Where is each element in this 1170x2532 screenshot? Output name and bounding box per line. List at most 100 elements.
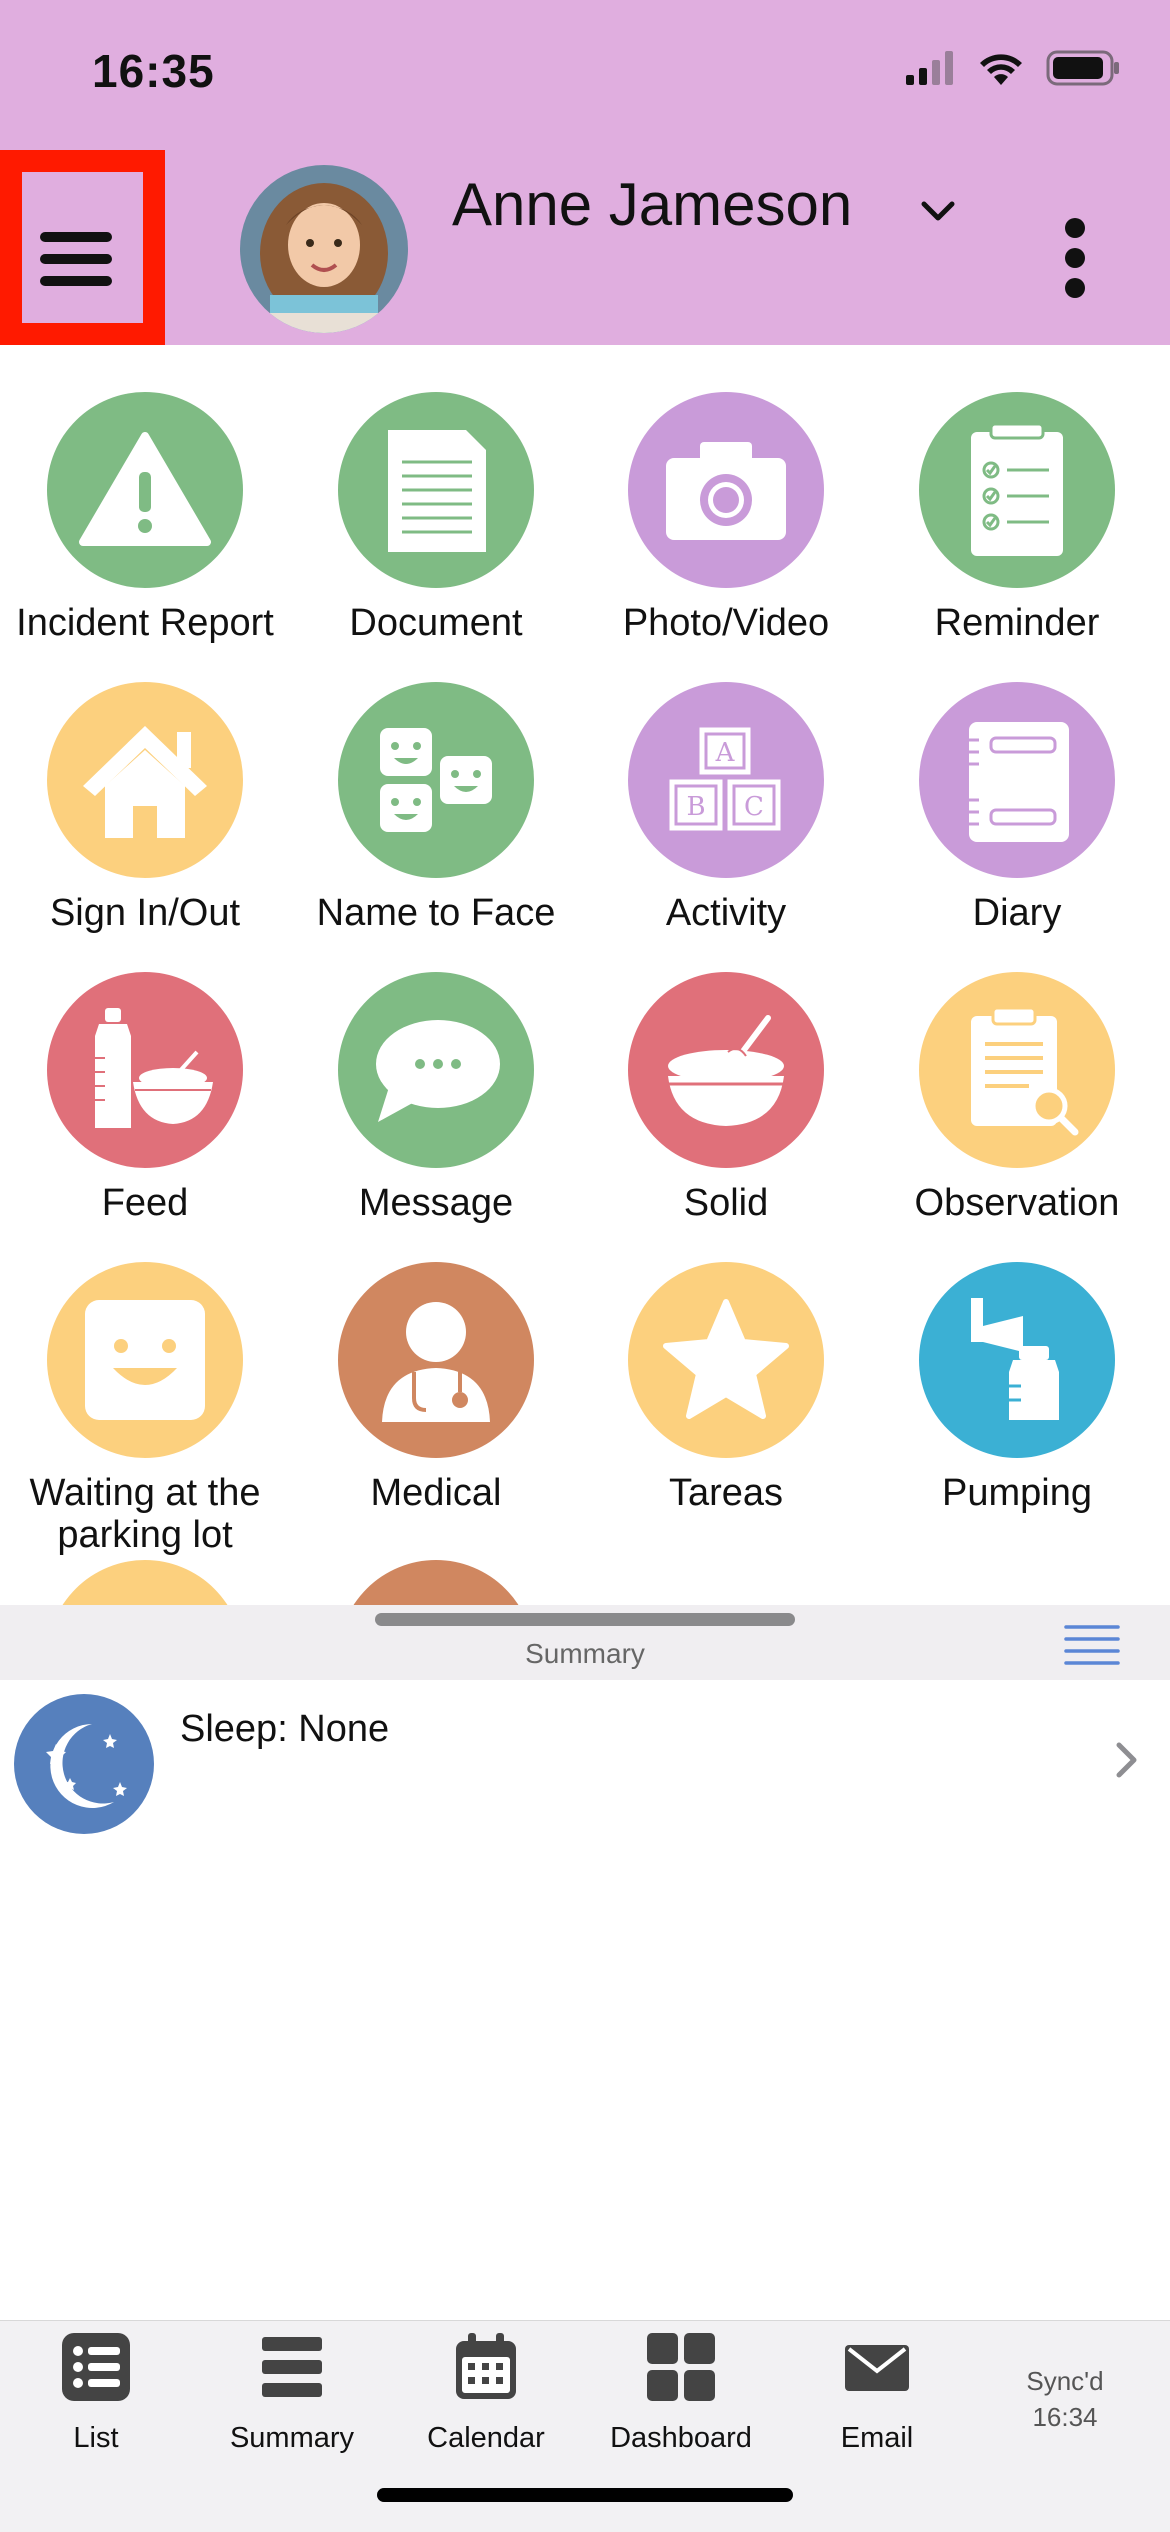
abc-blocks-icon: AB C xyxy=(628,682,824,878)
tile-incident-report[interactable]: Incident Report xyxy=(0,392,290,644)
sync-status: Sync'd 16:34 xyxy=(985,2363,1145,2435)
hamburger-bar xyxy=(40,254,112,264)
kebab-menu-icon[interactable] xyxy=(1060,218,1090,298)
tile-label: Pumping xyxy=(942,1472,1092,1514)
smiley-icon xyxy=(47,1262,243,1458)
sheet-grabber-handle[interactable] xyxy=(375,1613,795,1626)
summary-icon xyxy=(262,2337,322,2397)
tile-label: Name to Face xyxy=(316,892,556,934)
faces-icon xyxy=(338,682,534,878)
tab-label: Summary xyxy=(229,2422,355,2454)
tile-message[interactable]: Message xyxy=(291,972,581,1224)
chevron-down-icon[interactable] xyxy=(918,192,958,232)
tab-summary[interactable]: Summary xyxy=(202,2331,382,2455)
list-icon xyxy=(62,2333,130,2401)
tab-dashboard[interactable]: Dashboard xyxy=(591,2331,771,2455)
tile-label: Photo/Video xyxy=(622,602,830,644)
partial-tile-icon xyxy=(47,1560,243,1605)
tile-document[interactable]: Document xyxy=(291,392,581,644)
status-icons xyxy=(906,50,1120,86)
bottle-bowl-icon xyxy=(47,972,243,1168)
tile-partial[interactable] xyxy=(0,1560,290,1605)
tile-label: Observation xyxy=(914,1182,1120,1224)
tile-pumping[interactable]: Pumping xyxy=(872,1262,1162,1514)
tab-label: List xyxy=(73,2422,119,2454)
house-icon xyxy=(47,682,243,878)
tile-label: Document xyxy=(349,602,523,644)
partial-tile-icon xyxy=(338,1560,534,1605)
tile-partial[interactable] xyxy=(291,1560,581,1605)
tile-label: Diary xyxy=(972,892,1062,934)
chevron-right-icon xyxy=(1116,1742,1137,1778)
checklist-icon xyxy=(919,392,1115,588)
speech-bubble-icon xyxy=(338,972,534,1168)
diary-icon xyxy=(919,682,1115,878)
tile-label: Sign In/Out xyxy=(49,892,241,934)
tab-list[interactable]: List xyxy=(6,2331,186,2455)
tile-feed[interactable]: Feed xyxy=(0,972,290,1224)
tile-sign-in-out[interactable]: Sign In/Out xyxy=(0,682,290,934)
moon-icon xyxy=(14,1694,154,1834)
kebab-dot xyxy=(1065,278,1085,298)
sync-label: Sync'd xyxy=(1026,2366,1104,2396)
email-icon xyxy=(845,2345,909,2391)
child-name-selector[interactable]: Anne Jameson xyxy=(452,170,852,239)
signal-icon xyxy=(906,51,953,85)
tile-label: Waiting at the parking lot xyxy=(29,1472,261,1556)
hamburger-menu-icon xyxy=(40,232,112,242)
tile-waiting-parking-lot[interactable]: Waiting at the parking lot xyxy=(0,1262,290,1556)
status-time: 16:35 xyxy=(92,45,215,97)
svg-text:B: B xyxy=(686,792,705,822)
summary-row-label: Sleep: None xyxy=(180,1708,390,1750)
tile-tareas[interactable]: Tareas xyxy=(581,1262,871,1514)
tab-email[interactable]: Email xyxy=(787,2331,967,2455)
tab-label: Dashboard xyxy=(610,2422,752,2454)
battery-icon xyxy=(1046,50,1119,86)
tile-label: Reminder xyxy=(934,602,1100,644)
list-view-icon[interactable] xyxy=(1064,1623,1120,1669)
action-grid: Incident Report Document Photo/Video Rem… xyxy=(0,380,1170,1605)
warning-icon xyxy=(47,392,243,588)
svg-text:A: A xyxy=(715,738,736,768)
calendar-icon xyxy=(456,2333,516,2399)
kebab-dot xyxy=(1065,218,1085,238)
tile-label: Incident Report xyxy=(16,602,274,644)
tile-label: Solid xyxy=(683,1182,769,1224)
avatar[interactable] xyxy=(240,165,408,333)
bowl-icon xyxy=(628,972,824,1168)
svg-text:C: C xyxy=(744,792,764,822)
tile-photo-video[interactable]: Photo/Video xyxy=(581,392,871,644)
tab-label: Email xyxy=(840,2422,914,2454)
sync-time: 16:34 xyxy=(1032,2402,1098,2432)
tile-label: Activity xyxy=(665,892,787,934)
wifi-icon xyxy=(980,54,1022,85)
sheet-title: Summary xyxy=(525,1638,645,1669)
tile-observation[interactable]: Observation xyxy=(872,972,1162,1224)
hamburger-menu-button[interactable] xyxy=(0,150,165,345)
doctor-icon xyxy=(338,1262,534,1458)
tab-label: Calendar xyxy=(427,2422,545,2454)
hamburger-bar xyxy=(40,276,112,286)
summary-sheet-header[interactable]: Summary xyxy=(0,1605,1170,1680)
kebab-dot xyxy=(1065,248,1085,268)
tile-label: Medical xyxy=(370,1472,502,1514)
summary-row-sleep[interactable]: Sleep: None xyxy=(0,1680,1170,1850)
tile-reminder[interactable]: Reminder xyxy=(872,392,1162,644)
star-icon xyxy=(628,1262,824,1458)
dashboard-icon xyxy=(647,2333,715,2401)
app-header: 16:35 Anne Jameson xyxy=(0,0,1170,345)
document-icon xyxy=(338,392,534,588)
tile-medical[interactable]: Medical xyxy=(291,1262,581,1514)
tab-calendar[interactable]: Calendar xyxy=(396,2331,576,2455)
tile-label: Tareas xyxy=(668,1472,784,1514)
tile-solid[interactable]: Solid xyxy=(581,972,871,1224)
home-indicator xyxy=(377,2488,793,2502)
camera-icon xyxy=(628,392,824,588)
tile-name-to-face[interactable]: Name to Face xyxy=(291,682,581,934)
tile-label: Feed xyxy=(101,1182,189,1224)
breast-pump-icon xyxy=(919,1262,1115,1458)
child-photo-icon xyxy=(240,165,408,333)
tile-label: Message xyxy=(358,1182,514,1224)
tile-activity[interactable]: AB C Activity xyxy=(581,682,871,934)
tile-diary[interactable]: Diary xyxy=(872,682,1162,934)
